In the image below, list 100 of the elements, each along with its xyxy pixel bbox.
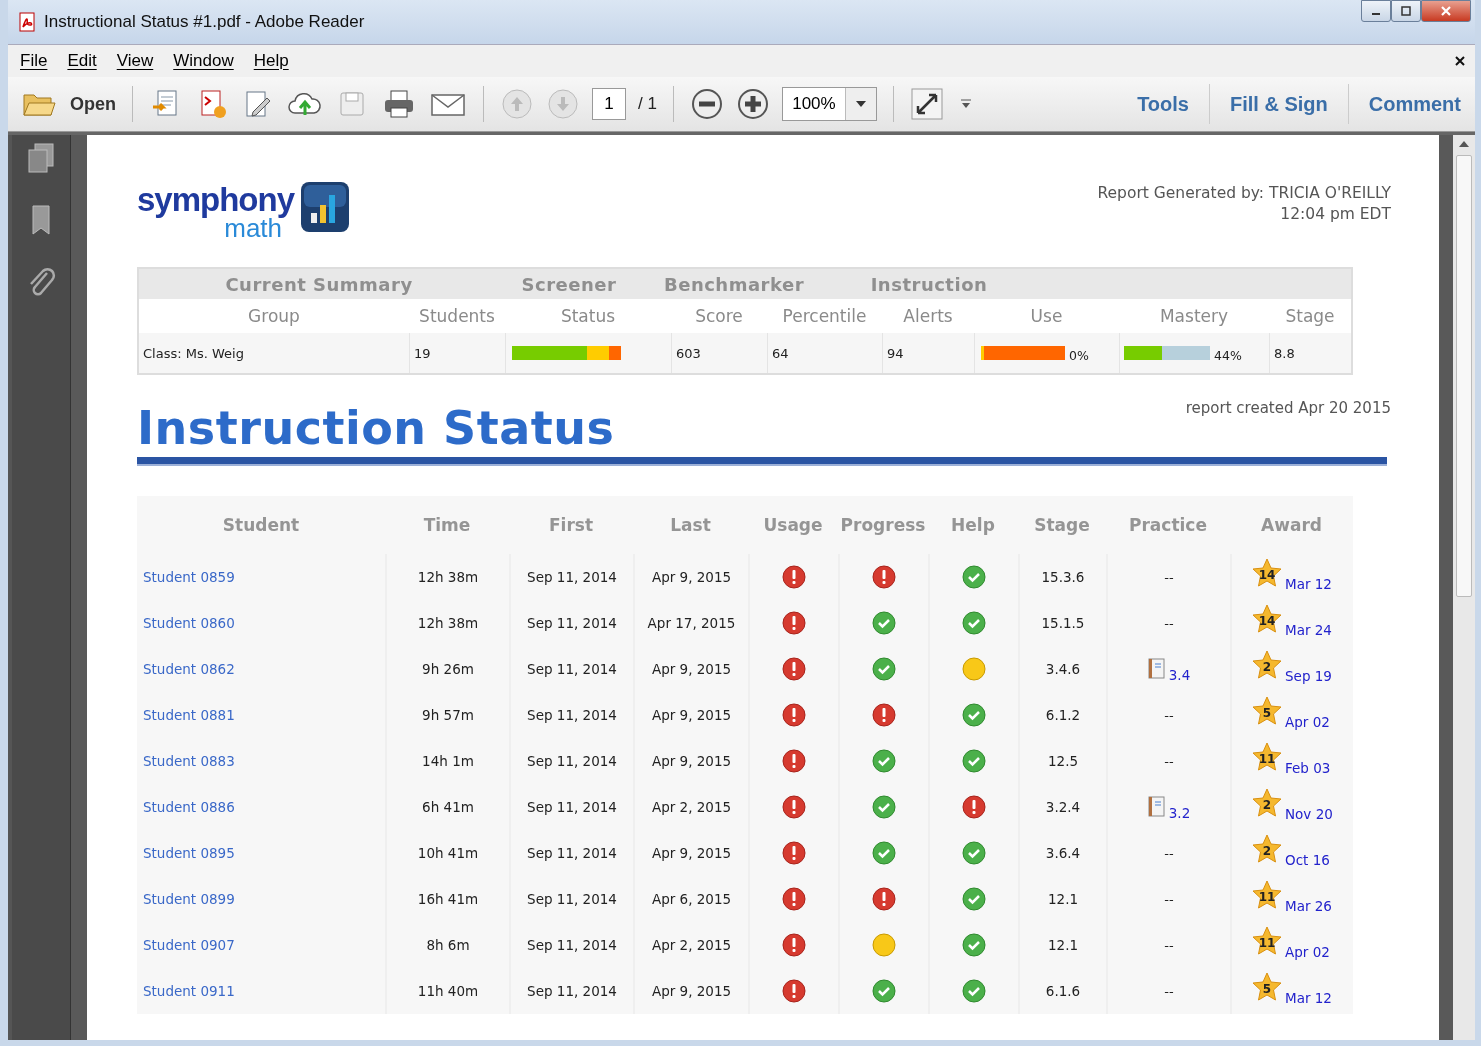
award-badge: 14 xyxy=(1252,558,1282,588)
table-cell: Apr 9, 2015 xyxy=(633,646,748,692)
menu-item[interactable]: Help xyxy=(253,51,289,71)
table-cell: Sep 11, 2014 xyxy=(509,784,633,830)
caret-icon xyxy=(855,101,866,107)
zoom-out-icon[interactable] xyxy=(689,87,724,121)
column-heading: Percentile xyxy=(781,306,868,326)
table-cell: 11h 40m xyxy=(385,968,509,1014)
open-button[interactable]: Open xyxy=(22,91,116,117)
page-number-field[interactable]: 1 xyxy=(592,88,626,120)
scroll-up-icon[interactable] xyxy=(1459,141,1469,147)
group-heading: Screener xyxy=(520,273,618,295)
student-link[interactable]: Student 0862 xyxy=(143,661,235,677)
table-cell: 12h 38m xyxy=(385,600,509,646)
table-cell: Apr 9, 2015 xyxy=(633,830,748,876)
column-heading: Last xyxy=(669,515,712,535)
award-badge: 2 xyxy=(1252,834,1282,864)
table-cell: 9h 26m xyxy=(385,646,509,692)
close-icon[interactable] xyxy=(1455,56,1465,66)
window-title: Instructional Status #1.pdf - Adobe Reader xyxy=(44,12,365,32)
maximize-button[interactable] xyxy=(1391,0,1421,22)
column-heading: Stage xyxy=(1033,515,1091,535)
panel-tab[interactable]: Comment xyxy=(1368,92,1461,116)
page-total: / 1 xyxy=(638,94,657,114)
table-cell: Apr 2, 2015 xyxy=(633,784,748,830)
customize-icon[interactable] xyxy=(959,99,972,109)
pages-icon[interactable] xyxy=(25,141,57,175)
menu-item[interactable]: File xyxy=(20,51,48,71)
column-heading: Award xyxy=(1260,515,1323,535)
panel-tab[interactable]: Tools xyxy=(1137,92,1189,116)
folder-icon xyxy=(22,91,56,117)
award-date-link[interactable]: Feb 03 xyxy=(1285,760,1331,776)
column-heading: Progress xyxy=(839,515,927,535)
award-date-link[interactable]: Apr 02 xyxy=(1285,714,1330,730)
award-date-link[interactable]: Mar 24 xyxy=(1285,622,1332,638)
maximize-icon xyxy=(1401,6,1411,16)
student-link[interactable]: Student 0859 xyxy=(143,569,235,585)
student-link[interactable]: Student 0911 xyxy=(143,983,235,999)
zoom-dropdown[interactable]: 100% xyxy=(781,87,877,121)
column-heading: Mastery xyxy=(1158,306,1230,326)
zoom-in-icon[interactable] xyxy=(735,87,770,121)
table-cell: Apr 9, 2015 xyxy=(633,738,748,784)
table-cell: Sep 11, 2014 xyxy=(509,646,633,692)
award-date-link[interactable]: Apr 02 xyxy=(1285,944,1330,960)
table-cell: 16h 41m xyxy=(385,876,509,922)
column-heading: Stage xyxy=(1284,306,1336,326)
student-link[interactable]: Student 0895 xyxy=(143,845,235,861)
mastery-reading: 44% xyxy=(1214,347,1242,363)
student-link[interactable]: Student 0907 xyxy=(143,937,235,953)
table-cell: Sep 11, 2014 xyxy=(509,738,633,784)
table-cell: Sep 11, 2014 xyxy=(509,830,633,876)
student-link[interactable]: Student 0881 xyxy=(143,707,235,723)
menu-item[interactable]: Edit xyxy=(67,51,97,71)
column-heading: Status xyxy=(559,306,617,326)
award-badge: 11 xyxy=(1252,926,1282,956)
close-icon xyxy=(1440,5,1452,17)
empty-value: -- xyxy=(1164,845,1174,861)
award-date-link[interactable]: Mar 12 xyxy=(1285,990,1332,1006)
student-link[interactable]: Student 0883 xyxy=(143,753,235,769)
table-cell: 603 xyxy=(671,333,767,373)
group-heading: Current Summary xyxy=(224,273,414,295)
student-link[interactable]: Student 0899 xyxy=(143,891,235,907)
fullscreen-icon[interactable] xyxy=(909,87,944,121)
column-heading: Practice xyxy=(1128,515,1208,535)
scrollbar[interactable] xyxy=(1453,135,1475,1040)
student-link[interactable]: Student 0886 xyxy=(143,799,235,815)
column-heading: Alerts xyxy=(902,306,954,326)
column-heading: Usage xyxy=(762,515,824,535)
table-cell: Sep 11, 2014 xyxy=(509,922,633,968)
table-cell: 19 xyxy=(409,333,505,373)
menu-item[interactable]: Window xyxy=(173,51,234,71)
close-button[interactable] xyxy=(1421,0,1471,22)
menu-item[interactable]: View xyxy=(116,51,154,71)
award-date-link[interactable]: Oct 16 xyxy=(1285,852,1330,868)
award-date-link[interactable]: Nov 20 xyxy=(1285,806,1333,822)
award-badge: 14 xyxy=(1252,604,1282,634)
table-cell: 64 xyxy=(767,333,882,373)
table-cell: Sep 11, 2014 xyxy=(509,968,633,1014)
empty-value: -- xyxy=(1164,891,1174,907)
award-date-link[interactable]: Mar 12 xyxy=(1285,576,1332,592)
minimize-button[interactable] xyxy=(1361,0,1391,22)
award-date-link[interactable]: Mar 26 xyxy=(1285,898,1332,914)
student-link[interactable]: Student 0860 xyxy=(143,615,235,631)
column-heading: Time xyxy=(422,515,472,535)
table-cell: 10h 41m xyxy=(385,830,509,876)
report-author: Report Generated by: TRICIA O'REILLY xyxy=(1097,183,1391,204)
practice-link[interactable]: 3.4 xyxy=(1168,667,1191,683)
award-badge: 11 xyxy=(1252,742,1282,772)
table-cell: 9h 57m xyxy=(385,692,509,738)
report-date: report created Apr 20 2015 xyxy=(1185,399,1391,417)
panel-tab[interactable]: Fill & Sign xyxy=(1230,92,1328,116)
table-cell: 3.6.4 xyxy=(1018,830,1106,876)
award-date-link[interactable]: Sep 19 xyxy=(1285,668,1332,684)
report-title: Instruction Status xyxy=(137,401,615,455)
report-time: 12:04 pm EDT xyxy=(1279,204,1391,225)
empty-value: -- xyxy=(1164,569,1174,585)
column-heading: Use xyxy=(1029,306,1064,326)
practice-link[interactable]: 3.2 xyxy=(1168,805,1191,821)
table-cell: 15.3.6 xyxy=(1018,554,1106,600)
table-cell: 6h 41m xyxy=(385,784,509,830)
